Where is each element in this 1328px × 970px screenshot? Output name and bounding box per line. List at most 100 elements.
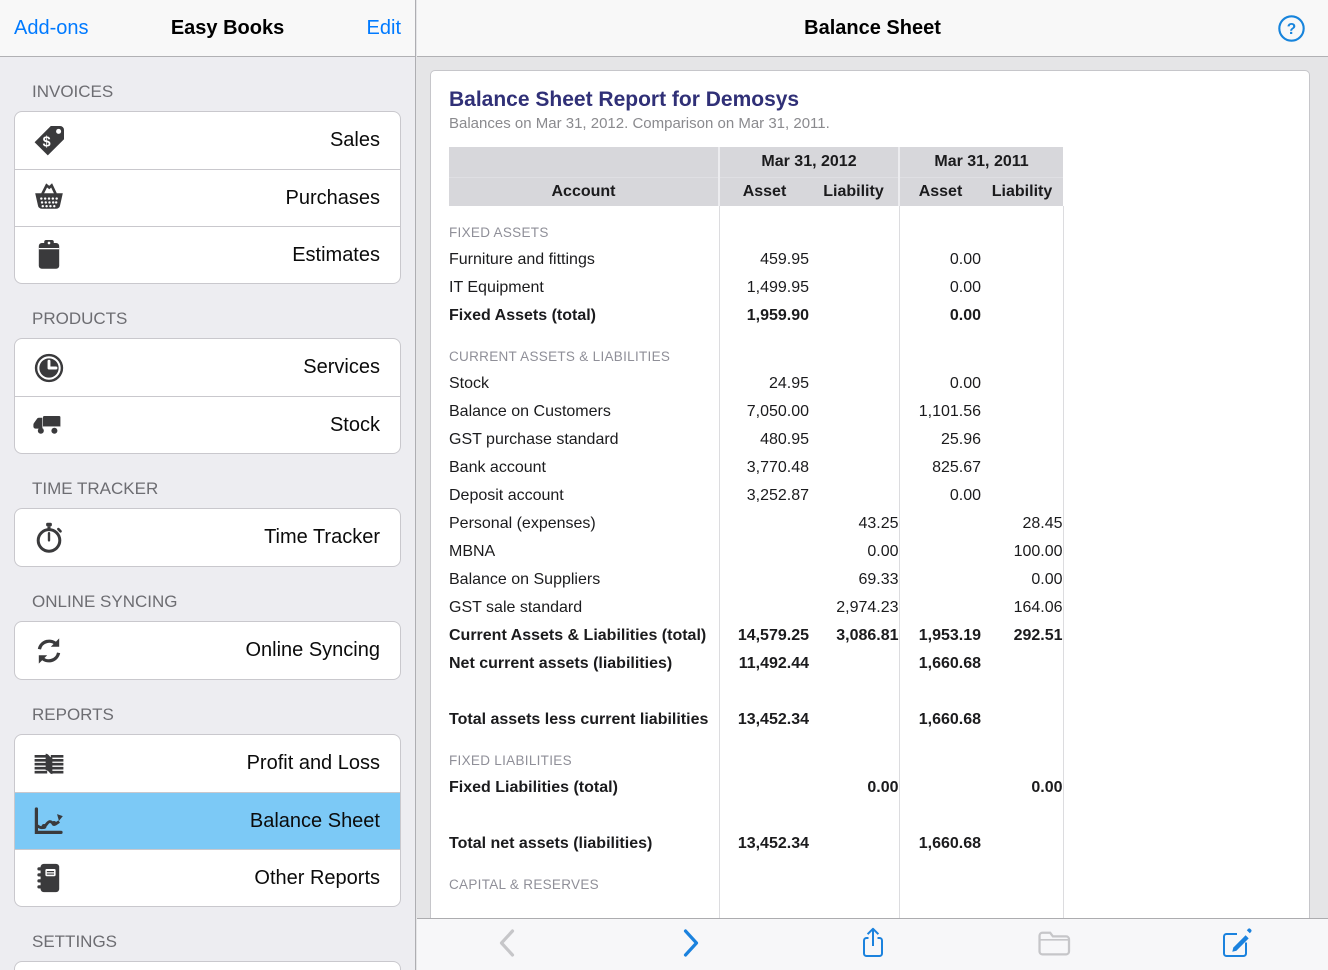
table-row: GST sale standard2,974.23164.06 xyxy=(449,594,1063,622)
table-cell: 43.25 xyxy=(809,510,899,538)
table-cell: 1,953.19 xyxy=(899,622,981,650)
report-subtitle: Balances on Mar 31, 2012. Comparison on … xyxy=(449,115,1291,132)
table-cell xyxy=(981,734,1063,774)
sidebar-card-online-syncing: Online Syncing xyxy=(14,621,401,680)
sidebar-item-other-reports[interactable]: Other Reports xyxy=(15,849,400,906)
table-cell: 13,452.34 xyxy=(719,706,809,734)
sidebar-item-time-tracker[interactable]: Time Tracker xyxy=(15,509,400,566)
table-row: Current Assets & Liabilities (total)14,5… xyxy=(449,622,1063,650)
table-cell: 24.95 xyxy=(719,370,809,398)
table-row: Fixed Liabilities (total)0.000.00 xyxy=(449,774,1063,802)
table-cell: Furniture and fittings xyxy=(449,246,719,274)
back-chevron-icon xyxy=(493,926,523,963)
stopwatch-icon xyxy=(31,519,71,557)
table-cell xyxy=(981,426,1063,454)
column-header-account: Account xyxy=(449,177,719,206)
table-cell xyxy=(809,482,899,510)
section-header-online-syncing: ONLINE SYNCING xyxy=(32,592,401,612)
app-window: Add-ons Easy Books Edit INVOICES$SalesPu… xyxy=(0,0,1328,970)
main-nav-bar: Balance Sheet ? xyxy=(417,0,1328,57)
table-cell xyxy=(719,330,809,370)
share-button[interactable] xyxy=(781,919,963,970)
sidebar-item-profit-and-loss[interactable]: Profit and Loss xyxy=(15,735,400,792)
table-row: Balance on Suppliers69.330.00 xyxy=(449,566,1063,594)
sidebar-item-purchases[interactable]: Purchases xyxy=(15,169,400,226)
edit-button[interactable]: Edit xyxy=(367,17,401,40)
table-cell: 1,660.68 xyxy=(899,706,981,734)
table-cell xyxy=(809,370,899,398)
sidebar-item-label: Estimates xyxy=(71,244,380,267)
table-cell: 0.00 xyxy=(899,482,981,510)
folder-button[interactable] xyxy=(964,919,1146,970)
sidebar-item-services[interactable]: Services xyxy=(15,339,400,396)
table-cell: 480.95 xyxy=(719,426,809,454)
sidebar-item-label: Services xyxy=(71,356,380,379)
table-cell: 7,050.00 xyxy=(719,398,809,426)
table-cell: 0.00 xyxy=(899,302,981,330)
table-cell xyxy=(899,678,981,706)
forward-chevron-button[interactable] xyxy=(599,919,781,970)
table-cell xyxy=(719,538,809,566)
table-cell xyxy=(809,678,899,706)
sidebar: Add-ons Easy Books Edit INVOICES$SalesPu… xyxy=(0,0,416,970)
table-cell: 1,660.68 xyxy=(899,650,981,678)
add-ons-button[interactable]: Add-ons xyxy=(14,17,89,40)
section-row: FIXED ASSETS xyxy=(449,206,1063,246)
period-header-2011: Mar 31, 2011 xyxy=(899,147,1063,177)
section-header-settings: SETTINGS xyxy=(32,932,401,952)
balance-sheet-table: Mar 31, 2012 Mar 31, 2011 Account Asset … xyxy=(449,147,1064,918)
table-cell xyxy=(981,706,1063,734)
table-cell xyxy=(809,858,899,898)
table-cell xyxy=(981,898,1063,918)
table-cell: Personal (expenses) xyxy=(449,510,719,538)
help-button[interactable]: ? xyxy=(1277,14,1306,43)
sync-icon xyxy=(31,632,71,670)
table-cell: Balance on Suppliers xyxy=(449,566,719,594)
table-cell: 3,770.48 xyxy=(719,454,809,482)
sidebar-item-balance-sheet[interactable]: Balance Sheet xyxy=(15,792,400,849)
table-cell xyxy=(809,802,899,830)
truck-icon xyxy=(31,406,71,444)
column-header-asset-2012: Asset xyxy=(719,177,809,206)
table-cell xyxy=(981,246,1063,274)
compose-button[interactable] xyxy=(1146,919,1328,970)
sidebar-card-products: Services Stock xyxy=(14,338,401,454)
table-cell: 3,086.81 xyxy=(809,622,899,650)
table-cell: Stock xyxy=(449,370,719,398)
table-cell: 0.00 xyxy=(899,370,981,398)
basket-icon xyxy=(31,179,71,217)
table-cell xyxy=(809,454,899,482)
table-cell xyxy=(981,370,1063,398)
table-cell: 28.45 xyxy=(981,510,1063,538)
table-cell: 0.00 xyxy=(981,774,1063,802)
report-title: Balance Sheet Report for Demosys xyxy=(449,88,1291,112)
table-cell xyxy=(899,510,981,538)
notebook-icon xyxy=(31,859,71,897)
spacer-row xyxy=(449,678,1063,706)
sidebar-item-sales[interactable]: $Sales xyxy=(15,112,400,169)
table-cell xyxy=(719,206,809,246)
table-cell: FIXED LIABILITIES xyxy=(449,734,719,774)
table-cell: Net current assets (liabilities) xyxy=(449,650,719,678)
table-cell: 14,579.25 xyxy=(719,622,809,650)
table-cell: 0.00 xyxy=(899,246,981,274)
sidebar-item-online-syncing[interactable]: Online Syncing xyxy=(15,622,400,679)
sidebar-item-stock[interactable]: Stock xyxy=(15,396,400,453)
table-cell xyxy=(719,858,809,898)
table-cell xyxy=(981,274,1063,302)
banknotes-icon xyxy=(31,745,71,783)
table-cell xyxy=(719,802,809,830)
table-row: Total assets less current liabilities13,… xyxy=(449,706,1063,734)
table-row: MBNA0.00100.00 xyxy=(449,538,1063,566)
section-row: FIXED LIABILITIES xyxy=(449,734,1063,774)
price-tag-icon: $ xyxy=(31,122,71,160)
sidebar-item-estimates[interactable]: Estimates xyxy=(15,226,400,283)
page-title: Balance Sheet xyxy=(804,17,941,40)
column-header-liability-2011: Liability xyxy=(981,177,1063,206)
sidebar-card-settings xyxy=(14,961,401,970)
report-panel: Balance Sheet Report for Demosys Balance… xyxy=(430,70,1310,918)
table-cell: 2,974.23 xyxy=(809,594,899,622)
table-row: Balance on Customers7,050.001,101.56 xyxy=(449,398,1063,426)
back-chevron-button[interactable] xyxy=(417,919,599,970)
compose-icon xyxy=(1220,926,1254,963)
